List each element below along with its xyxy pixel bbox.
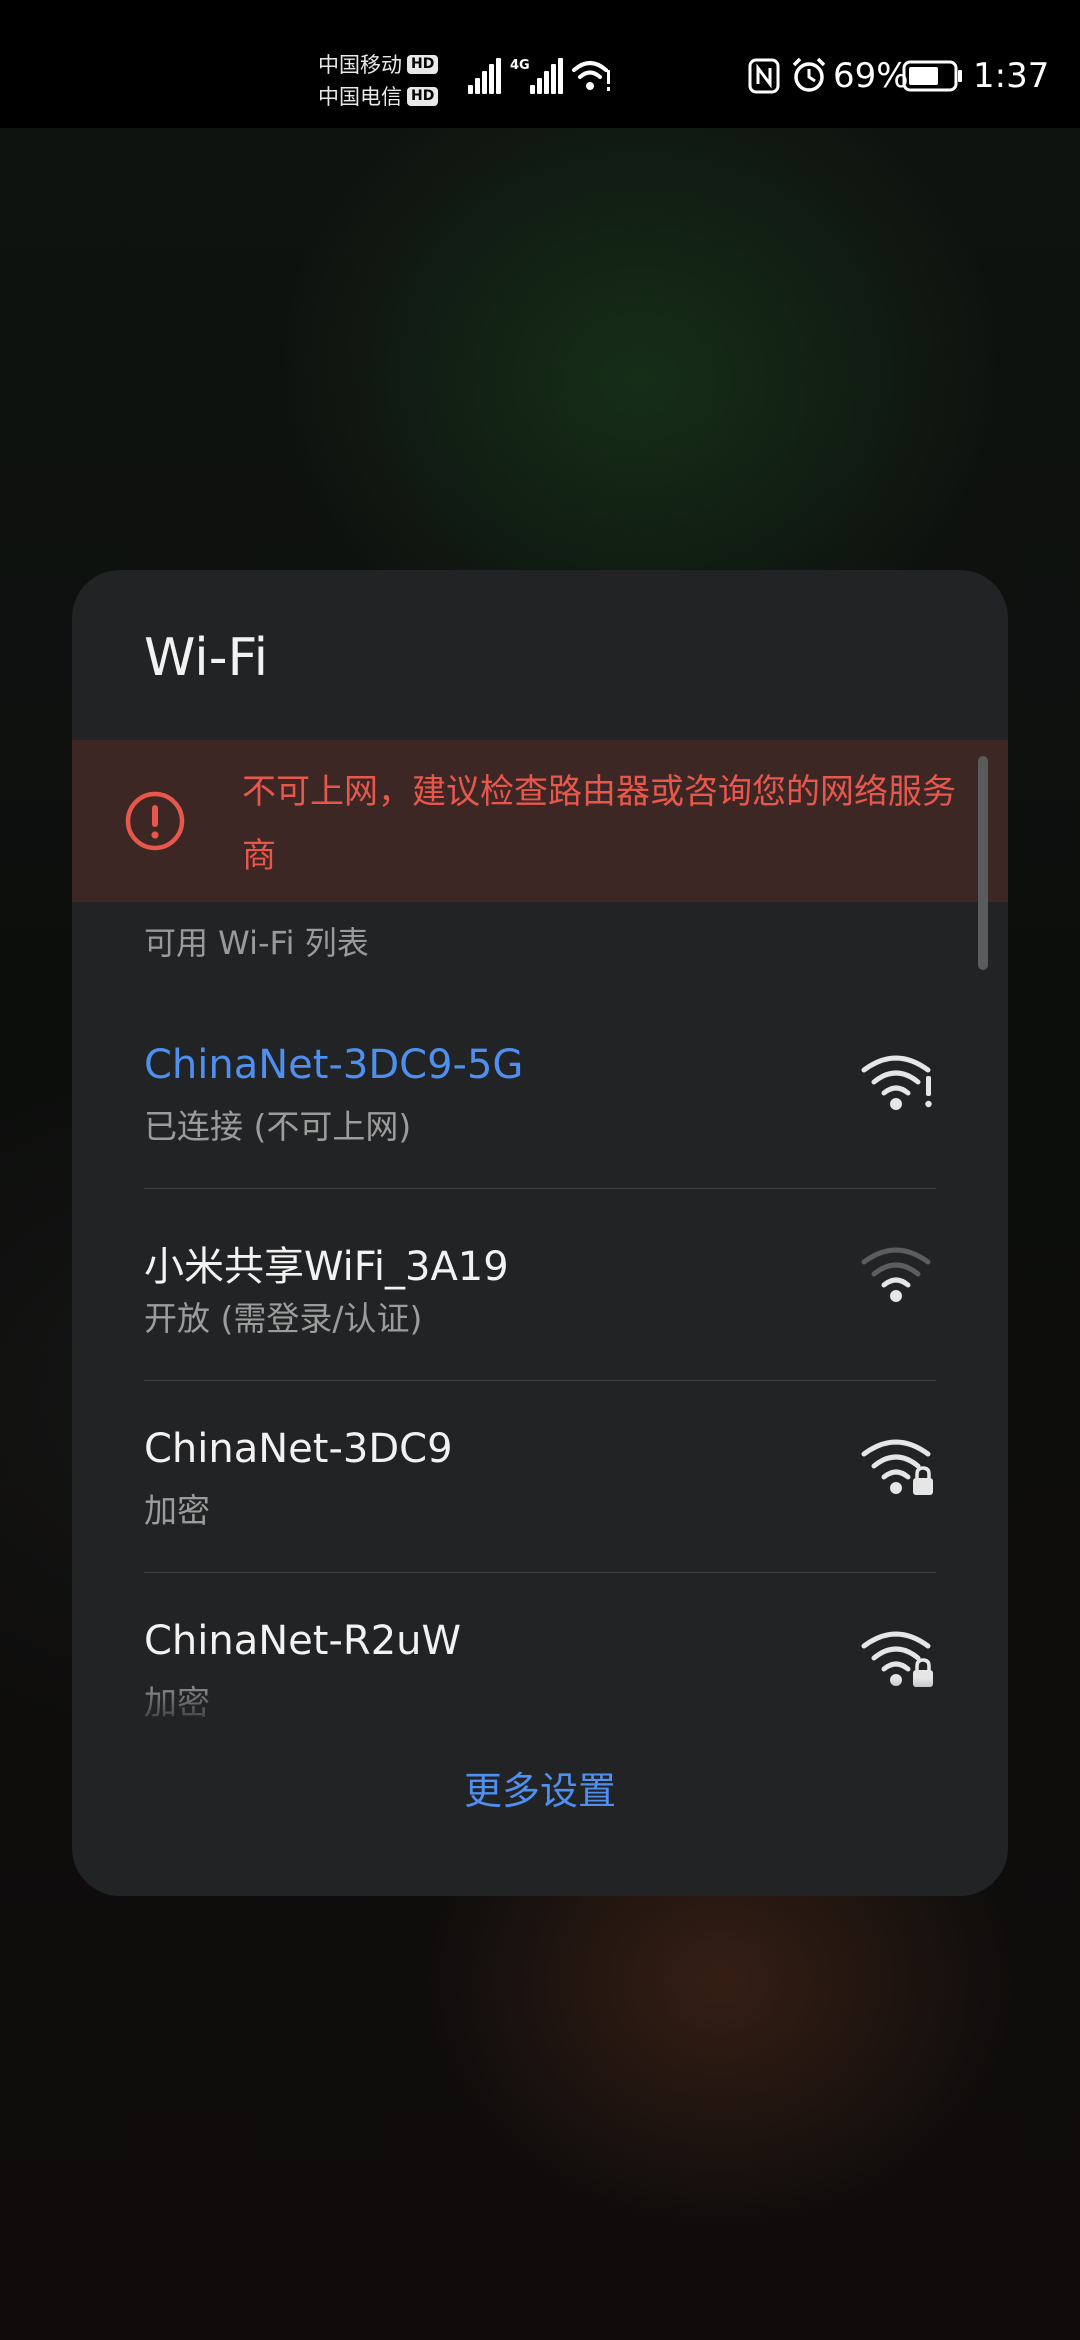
carrier-2-label: 中国电信 xyxy=(318,85,402,109)
clock: 1:37 xyxy=(973,56,1050,96)
divider xyxy=(144,1188,936,1189)
signal-icon xyxy=(530,58,564,94)
network-status: 已连接 (不可上网) xyxy=(144,1107,412,1146)
network-type-label: 4G xyxy=(510,58,530,73)
alarm-icon xyxy=(792,57,826,92)
warning-text: 不可上网，建议检查路由器或咨询您的网络服务商 xyxy=(242,772,956,876)
wifi-network-item[interactable]: ChinaNet-3DC9 加密 xyxy=(144,1382,936,1574)
no-internet-warning: 不可上网，建议检查路由器或咨询您的网络服务商 xyxy=(72,740,1008,902)
network-name: ChinaNet-R2uW xyxy=(144,1618,462,1664)
wifi-warning-icon xyxy=(861,1055,932,1110)
hd-badge: HD xyxy=(407,86,439,106)
network-name: ChinaNet-3DC9-5G xyxy=(144,1042,524,1088)
scrollbar[interactable] xyxy=(978,756,988,970)
divider xyxy=(144,1572,936,1573)
hd-badge: HD xyxy=(407,54,439,74)
alert-circle-icon xyxy=(125,791,185,851)
signal-icon xyxy=(468,58,502,94)
list-fade xyxy=(72,1678,1008,1758)
divider xyxy=(144,1380,936,1381)
carrier-info: 中国移动 HD 中国电信 HD xyxy=(318,48,448,112)
panel-title: Wi-Fi xyxy=(144,628,269,688)
battery-percent: 69% xyxy=(833,56,909,96)
network-name: 小米共享WiFi_3A19 xyxy=(144,1244,509,1290)
wifi-network-item[interactable]: ChinaNet-3DC9-5G 已连接 (不可上网) xyxy=(144,998,936,1190)
nfc-icon xyxy=(748,58,780,94)
wifi-weak-icon xyxy=(861,1247,931,1302)
wifi-lock-icon xyxy=(861,1439,933,1495)
network-status: 加密 xyxy=(144,1491,210,1530)
wifi-network-item[interactable]: 小米共享WiFi_3A19 开放 (需登录/认证) xyxy=(144,1190,936,1382)
wifi-panel: Wi-Fi 不可上网，建议检查路由器或咨询您的网络服务商 可用 Wi-Fi 列表… xyxy=(72,570,1008,1896)
carrier-2: 中国电信 HD xyxy=(318,80,448,112)
carrier-1: 中国移动 HD xyxy=(318,48,448,80)
network-name: ChinaNet-3DC9 xyxy=(144,1426,453,1472)
section-label: 可用 Wi-Fi 列表 xyxy=(144,924,369,962)
wifi-status-icon xyxy=(572,61,610,91)
status-bar: 中国移动 HD 中国电信 HD 4G 69% 1:37 xyxy=(0,0,1080,128)
carrier-1-label: 中国移动 xyxy=(318,53,402,77)
network-status: 开放 (需登录/认证) xyxy=(144,1299,423,1338)
battery-icon xyxy=(902,60,962,92)
more-settings-button[interactable]: 更多设置 xyxy=(72,1760,1008,1815)
